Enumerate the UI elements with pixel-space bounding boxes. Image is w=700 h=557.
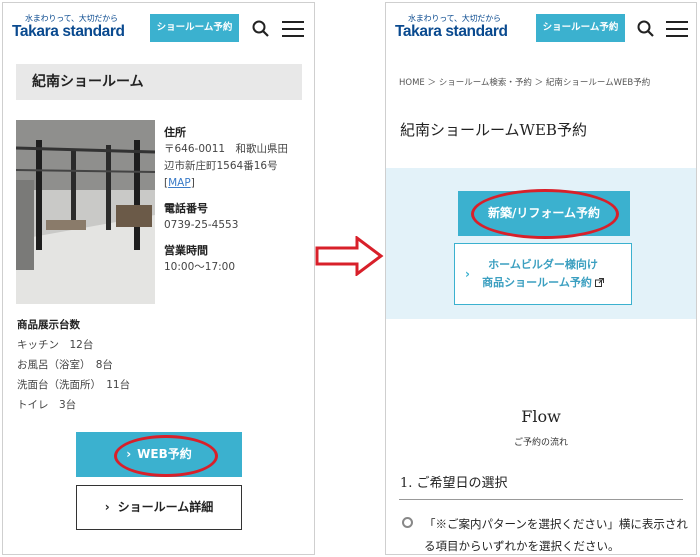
web-reserve-label: WEB予約 <box>137 447 192 461</box>
showroom-detail-screen: 水まわりって、大切だから Takara standard ショールーム予約 紀南… <box>2 2 315 555</box>
showroom-photo <box>16 120 155 304</box>
step-heading: 1. ご希望日の選択 <box>400 476 508 491</box>
showroom-detail-label: ショールーム詳細 <box>117 500 214 514</box>
new-reform-reserve-button[interactable]: 新築/リフォーム予約 <box>458 191 630 236</box>
hamburger-menu-icon[interactable] <box>282 21 304 37</box>
takara-logo[interactable]: Takara standard <box>395 23 508 41</box>
hamburger-menu-icon[interactable] <box>666 21 688 37</box>
chevron-right-icon: › <box>126 447 132 461</box>
takara-logo[interactable]: Takara standard <box>12 23 125 41</box>
map-bracket-close: ] <box>190 177 195 189</box>
phone-number[interactable]: 0739-25-4553 <box>164 217 309 234</box>
showroom-detail-button[interactable]: › ショールーム詳細 <box>76 485 242 530</box>
web-reservation-screen: 水まわりって、大切だから Takara standard ショールーム予約 HO… <box>385 2 697 555</box>
map-link[interactable]: MAP <box>168 177 191 189</box>
site-header: 水まわりって、大切だから Takara standard ショールーム予約 <box>3 3 314 47</box>
step-description: 「※ご案内パターンを選択ください」横に表示される項目からいずれかを選択ください。 <box>424 517 688 553</box>
map-link-wrapper: [MAP] <box>164 175 309 192</box>
chevron-right-icon: › <box>465 267 470 281</box>
home-builder-label-1: ホームビルダー様向け <box>488 258 598 271</box>
page-title: 紀南ショールームWEB予約 <box>400 121 587 139</box>
count-item: 洗面台（洗面所） 11台 <box>17 379 131 391</box>
web-reserve-button[interactable]: › WEB予約 <box>76 432 242 477</box>
phone-label: 電話番号 <box>164 202 208 215</box>
showroom-reserve-button[interactable]: ショールーム予約 <box>536 14 625 42</box>
flow-heading: Flow <box>521 407 561 426</box>
showroom-title: 紀南ショールーム <box>16 64 302 100</box>
external-link-icon <box>594 278 604 287</box>
comparison-stage: 水まわりって、大切だから Takara standard ショールーム予約 紀南… <box>0 0 700 557</box>
showroom-reserve-button[interactable]: ショールーム予約 <box>150 14 239 42</box>
search-icon[interactable] <box>636 19 656 39</box>
display-counts: 商品展示台数 キッチン 12台 お風呂（浴室） 8台 洗面台（洗面所） 11台 … <box>17 315 307 415</box>
home-builder-label-2: 商品ショールーム予約 <box>455 274 631 292</box>
chevron-right-icon: › <box>104 500 110 514</box>
count-item: お風呂（浴室） 8台 <box>17 359 113 371</box>
count-item: キッチン 12台 <box>17 339 94 351</box>
hours-label: 営業時間 <box>164 244 208 257</box>
address-line-2: 辺市新庄町1564番16号 <box>164 160 278 172</box>
divider <box>399 499 683 500</box>
home-builder-reserve-button[interactable]: › ホームビルダー様向け 商品ショールーム予約 <box>454 243 632 305</box>
counts-label: 商品展示台数 <box>17 319 80 331</box>
arrow-right-icon <box>315 236 384 276</box>
site-header: 水まわりって、大切だから Takara standard ショールーム予約 <box>386 3 696 47</box>
breadcrumb[interactable]: HOME ＞ ショールーム検索・予約 ＞ 紀南ショールームWEB予約 <box>399 76 650 88</box>
bullet-circle-icon <box>402 517 413 528</box>
search-icon[interactable] <box>251 19 271 39</box>
showroom-info: 住所 〒646-0011 和歌山県田 辺市新庄町1564番16号 [MAP] 電… <box>164 124 309 276</box>
flow-subheading: ご予約の流れ <box>513 438 568 448</box>
address-label: 住所 <box>164 126 186 139</box>
address-line-1: 〒646-0011 和歌山県田 <box>164 143 289 155</box>
count-item: トイレ 3台 <box>17 399 77 411</box>
business-hours: 10:00〜17:00 <box>164 261 236 273</box>
